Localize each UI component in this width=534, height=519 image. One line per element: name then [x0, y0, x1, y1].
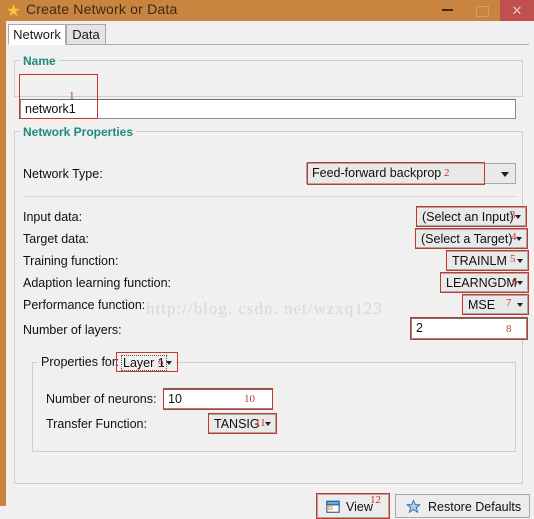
properties-for-group [32, 362, 516, 452]
view-button-label: View [346, 500, 373, 514]
network-type-value: Feed-forward backprop [312, 166, 442, 180]
chevron-down-icon [517, 280, 523, 285]
minimize-button[interactable] [431, 0, 465, 21]
performance-function-combo[interactable]: MSE [462, 295, 528, 314]
training-function-value: TRAINLM [452, 254, 507, 268]
transfer-function-combo[interactable]: TANSIG [208, 414, 276, 433]
label-network-type: Network Type: [23, 167, 103, 181]
input-data-value: (Select an Input) [422, 210, 514, 224]
label-number-of-neurons: Number of neurons: [46, 392, 157, 406]
number-of-layers-input[interactable]: 2 [411, 318, 527, 339]
adaption-learning-function-value: LEARNGDM [446, 276, 517, 290]
star-icon [406, 499, 421, 513]
properties-for-label: Properties for: [38, 355, 123, 369]
label-adaption-learning-function: Adaption learning function: [23, 276, 172, 290]
adaption-learning-function-combo[interactable]: LEARNGDM [440, 273, 528, 292]
layer-select-value: Layer 1 [121, 355, 167, 371]
label-training-function: Training function: [23, 254, 119, 268]
chevron-down-icon [515, 214, 521, 219]
name-group-title: Name [20, 54, 59, 68]
number-of-layers-value: 2 [416, 321, 423, 335]
maximize-button[interactable] [465, 0, 499, 21]
restore-defaults-label: Restore Defaults [428, 500, 522, 514]
network-properties-group-title: Network Properties [20, 125, 137, 139]
label-input-data: Input data: [23, 210, 83, 224]
label-target-data: Target data: [23, 232, 90, 246]
name-group [14, 60, 523, 97]
window-body: Network Data Name network1 1 Network Pro… [6, 21, 534, 519]
layer-select-combo[interactable]: Layer 1 [118, 354, 176, 371]
transfer-function-value: TANSIG [214, 417, 260, 431]
chevron-down-icon [166, 360, 172, 365]
view-button[interactable]: View [317, 494, 389, 518]
network-type-combo[interactable]: Feed-forward backprop [306, 163, 516, 184]
label-performance-function: Performance function: [23, 298, 146, 312]
tab-data[interactable]: Data [66, 24, 106, 45]
minimize-icon [442, 9, 453, 11]
label-number-of-layers: Number of layers: [23, 323, 122, 337]
training-function-combo[interactable]: TRAINLM [446, 251, 528, 270]
network-name-input[interactable]: network1 [20, 99, 516, 119]
separator-line [23, 196, 516, 197]
watermark-text: http://blog. csdn. net/wzxq123 [146, 299, 383, 318]
window-icon [326, 500, 340, 513]
input-data-combo[interactable]: (Select an Input) [416, 207, 526, 226]
label-transfer-function: Transfer Function: [46, 417, 147, 431]
window-title: Create Network or Data [26, 1, 178, 17]
chevron-down-icon [517, 258, 523, 263]
number-of-neurons-input[interactable]: 10 [163, 389, 273, 409]
network-name-value: network1 [25, 102, 76, 116]
chevron-down-icon [265, 421, 271, 426]
maximize-icon [476, 6, 489, 17]
star-icon [6, 3, 21, 18]
window-root: Create Network or Data ✕ Network Data Na… [0, 0, 534, 519]
number-of-neurons-value: 10 [168, 392, 182, 406]
target-data-combo[interactable]: (Select a Target) [415, 229, 527, 248]
performance-function-value: MSE [468, 298, 496, 312]
restore-defaults-button[interactable]: Restore Defaults [395, 494, 530, 518]
chevron-down-icon [501, 171, 509, 177]
chevron-down-icon [517, 302, 523, 307]
tab-network[interactable]: Network [8, 24, 66, 45]
chevron-down-icon [516, 236, 522, 241]
close-icon: ✕ [511, 3, 523, 18]
tab-strip: Network Data [6, 24, 534, 46]
title-bar: Create Network or Data ✕ [0, 0, 534, 21]
close-button[interactable]: ✕ [500, 0, 534, 21]
target-data-value: (Select a Target) [421, 232, 513, 246]
